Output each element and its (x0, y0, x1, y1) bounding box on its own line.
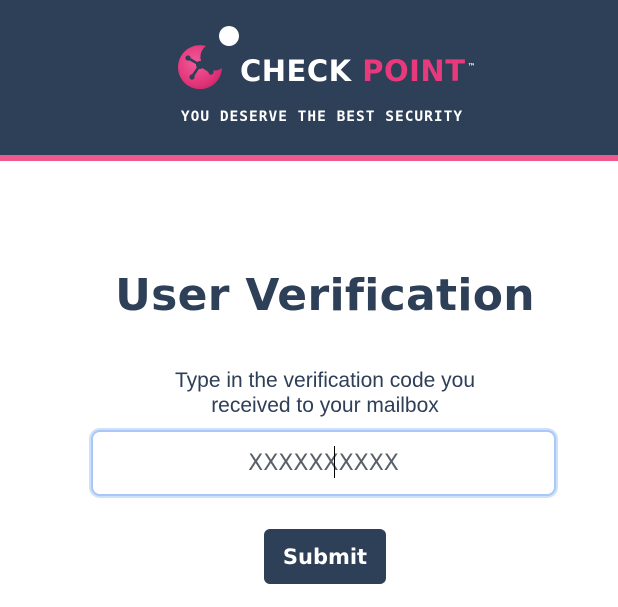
submit-button[interactable]: Submit (264, 529, 386, 584)
instructions-line-2: received to your mailbox (211, 394, 439, 417)
logo-word-point: POINT (362, 54, 466, 88)
verification-page: CHECK POINT ™ YOU DESERVE THE BEST SECURI… (0, 0, 618, 607)
text-cursor (334, 446, 335, 478)
check-point-wordmark: CHECK POINT ™ (240, 54, 476, 88)
instructions-line-1: Type in the verification code you (174, 369, 475, 392)
header-accent-stripe (0, 155, 618, 161)
instructions-text: Type in the verification code you receiv… (0, 368, 618, 418)
logo-trademark: ™ (467, 62, 476, 71)
logo-word-check: CHECK (240, 54, 352, 88)
header-tagline: YOU DESERVE THE BEST SECURITY (180, 109, 464, 125)
check-point-logo-icon (178, 26, 239, 90)
verification-code-input[interactable] (91, 430, 556, 496)
header-banner: CHECK POINT ™ YOU DESERVE THE BEST SECURI… (0, 0, 618, 155)
page-title: User Verification (115, 270, 535, 321)
